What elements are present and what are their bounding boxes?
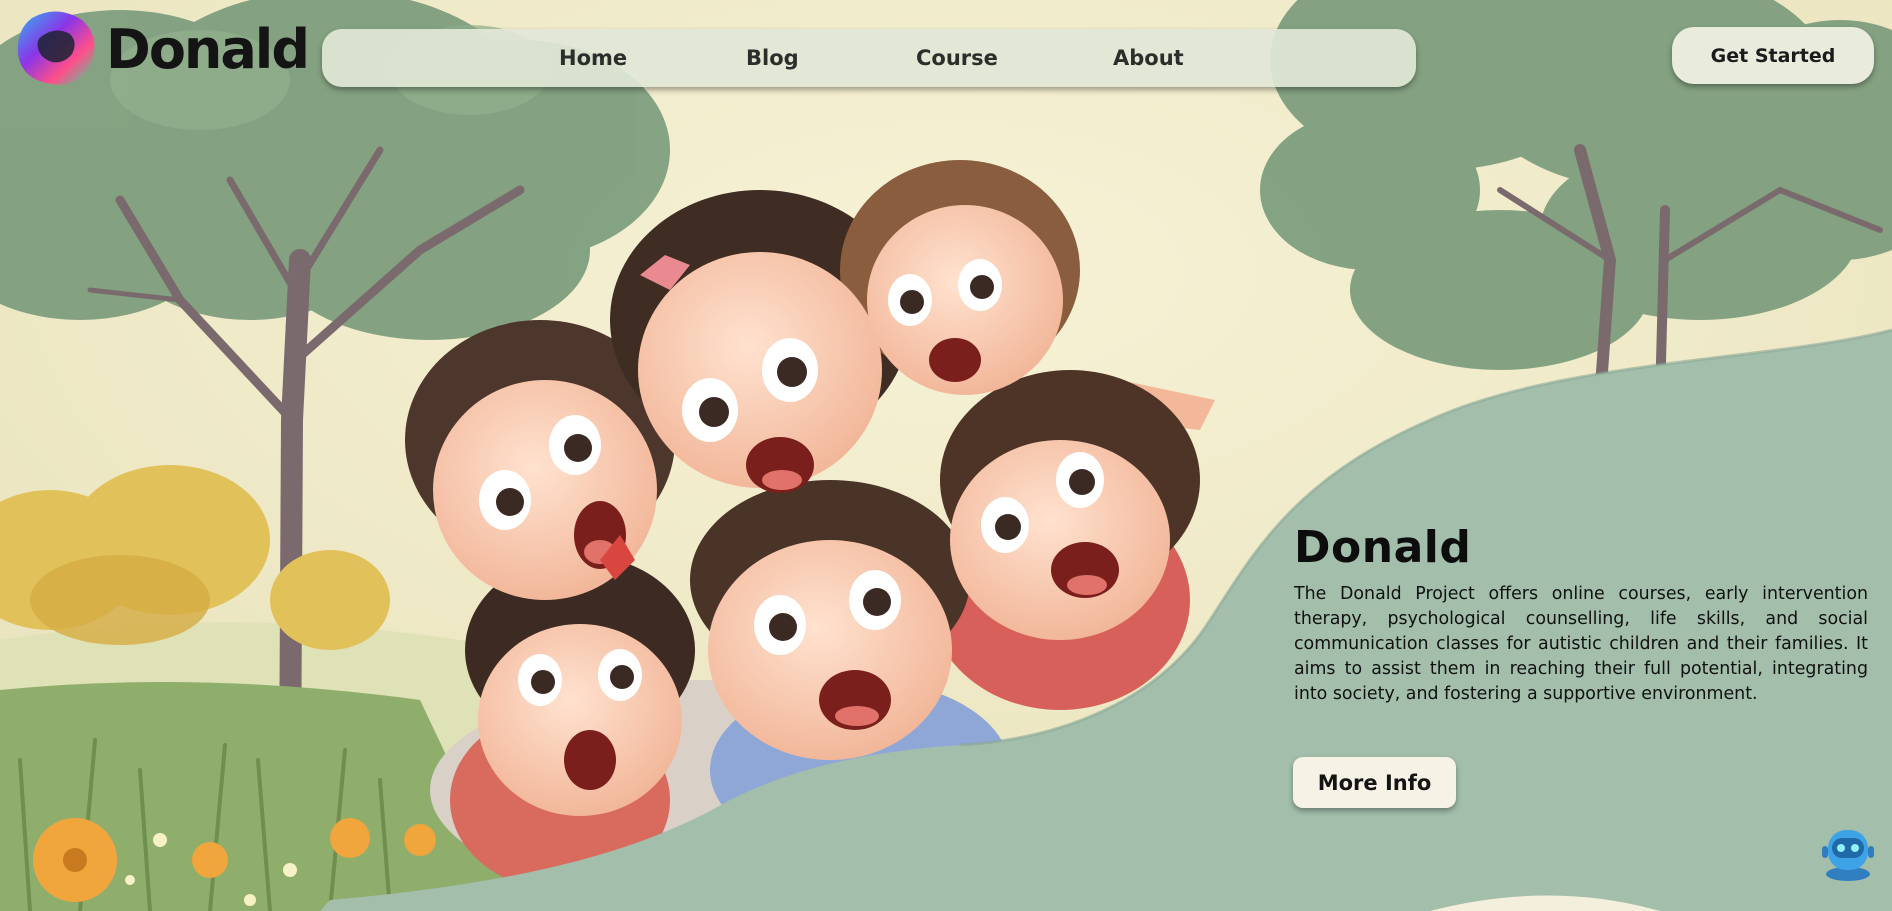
hero-title: Donald (1294, 522, 1472, 573)
get-started-button[interactable]: Get Started (1672, 27, 1874, 84)
hero-description: The Donald Project offers online courses… (1294, 584, 1868, 704)
hero-section: Donald Home Blog Course About Get Starte… (0, 0, 1892, 911)
hero-illustration (0, 0, 1892, 911)
brand-name: Donald (106, 17, 310, 81)
brand-logo-mark-icon (17, 11, 95, 85)
more-info-button[interactable]: More Info (1293, 757, 1456, 808)
nav-link-about[interactable]: About (1113, 29, 1184, 87)
nav-link-home[interactable]: Home (559, 29, 627, 87)
main-nav: Home Blog Course About (322, 29, 1416, 87)
nav-link-course[interactable]: Course (916, 29, 998, 87)
brand-logo[interactable]: Donald (12, 8, 310, 90)
nav-link-blog[interactable]: Blog (746, 29, 799, 87)
chatbot-robot-icon[interactable] (1818, 822, 1878, 882)
